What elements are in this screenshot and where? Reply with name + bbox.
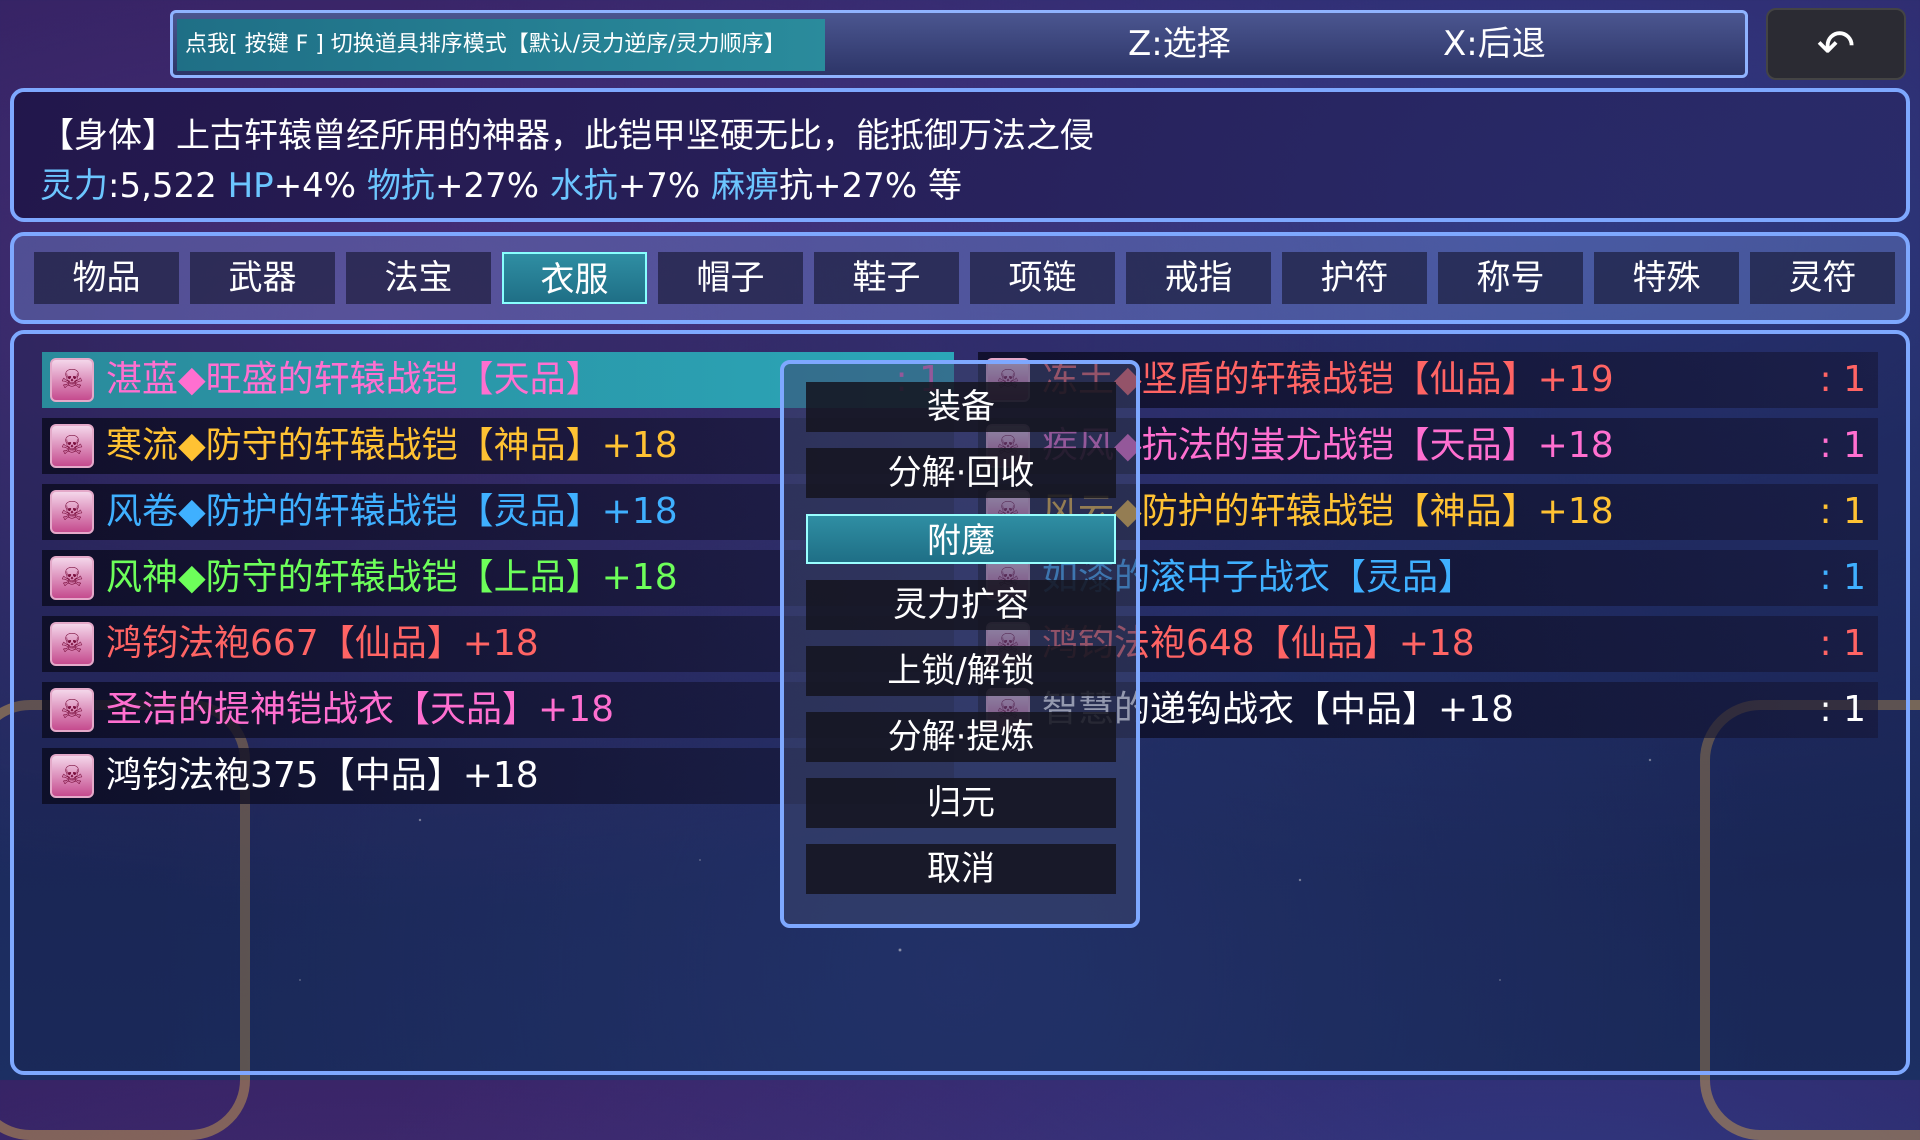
tab-special[interactable]: 特殊 bbox=[1594, 252, 1739, 304]
skull-armor-icon: ☠ bbox=[50, 754, 94, 798]
item-qty: : 1 bbox=[1819, 491, 1866, 532]
item-qty: : 1 bbox=[1819, 557, 1866, 598]
tab-rings[interactable]: 戒指 bbox=[1126, 252, 1271, 304]
item-description: 【身体】上古轩辕曾经所用的神器，此铠甲坚硬无比，能抵御万法之侵 bbox=[40, 116, 1094, 156]
tab-talismans[interactable]: 灵符 bbox=[1750, 252, 1895, 304]
menu-item-revert[interactable]: 归元 bbox=[806, 778, 1116, 828]
menu-item-equip[interactable]: 装备 bbox=[806, 382, 1116, 432]
item-name: 鸿钧法袍375【中品】+18 bbox=[106, 755, 539, 796]
tab-clothes[interactable]: 衣服 bbox=[502, 252, 647, 304]
stat-key: HP bbox=[227, 166, 274, 206]
tab-titles[interactable]: 称号 bbox=[1438, 252, 1583, 304]
item-name: 寒流◆防守的轩辕战铠【神品】+18 bbox=[106, 425, 678, 466]
top-bar: 点我[ 按键 F ] 切换道具排序模式【默认/灵力逆序/灵力顺序】 Z:选择 X… bbox=[170, 10, 1748, 78]
select-key-hint: Z:选择 bbox=[1128, 24, 1231, 64]
category-tabs: 物品 武器 法宝 衣服 帽子 鞋子 项链 戒指 护符 称号 特殊 灵符 bbox=[10, 232, 1910, 324]
skull-armor-icon: ☠ bbox=[50, 424, 94, 468]
back-button[interactable]: ↶ bbox=[1766, 8, 1906, 80]
item-qty: : 1 bbox=[1819, 689, 1866, 730]
stat-value: 等 bbox=[927, 166, 962, 206]
undo-arrow-icon: ↶ bbox=[1816, 19, 1856, 73]
skull-armor-icon: ☠ bbox=[50, 688, 94, 732]
stat-value: +7% bbox=[617, 166, 701, 206]
skull-armor-icon: ☠ bbox=[50, 490, 94, 534]
menu-item-refine[interactable]: 分解·提炼 bbox=[806, 712, 1116, 762]
skull-armor-icon: ☠ bbox=[50, 358, 94, 402]
tab-treasures[interactable]: 法宝 bbox=[346, 252, 491, 304]
skull-armor-icon: ☠ bbox=[50, 556, 94, 600]
menu-item-cancel[interactable]: 取消 bbox=[806, 844, 1116, 894]
item-qty: : 1 bbox=[1819, 359, 1866, 400]
stat-key: 灵力 bbox=[40, 166, 108, 206]
tab-items[interactable]: 物品 bbox=[34, 252, 179, 304]
menu-item-expand[interactable]: 灵力扩容 bbox=[806, 580, 1116, 630]
item-name: 湛蓝◆旺盛的轩辕战铠【天品】 bbox=[106, 359, 602, 400]
item-qty: : 1 bbox=[1819, 425, 1866, 466]
item-name: 风卷◆防护的轩辕战铠【灵品】+18 bbox=[106, 491, 678, 532]
tab-hats[interactable]: 帽子 bbox=[658, 252, 803, 304]
stat-key: 物抗 bbox=[366, 166, 435, 206]
item-stats: 灵力:5,522 HP+4% 物抗+27% 水抗+7% 麻痹抗+27% 等 bbox=[40, 158, 962, 207]
menu-item-enchant[interactable]: 附魔 bbox=[806, 514, 1116, 564]
stat-value: 抗+27% bbox=[779, 166, 918, 206]
item-name: 风神◆防守的轩辕战铠【上品】+18 bbox=[106, 557, 678, 598]
context-menu: 装备 分解·回收 附魔 灵力扩容 上锁/解锁 分解·提炼 归元 取消 bbox=[780, 360, 1140, 928]
menu-item-lock[interactable]: 上锁/解锁 bbox=[806, 646, 1116, 696]
back-key-hint: X:后退 bbox=[1443, 24, 1546, 64]
stat-value: :5,522 bbox=[108, 166, 217, 206]
tab-necklaces[interactable]: 项链 bbox=[970, 252, 1115, 304]
skull-armor-icon: ☠ bbox=[50, 622, 94, 666]
item-qty: : 1 bbox=[1819, 623, 1866, 664]
stat-value: +27% bbox=[434, 166, 539, 206]
item-name: 圣洁的提神铠战衣【天品】+18 bbox=[106, 689, 614, 730]
item-description-panel: 【身体】上古轩辕曾经所用的神器，此铠甲坚硬无比，能抵御万法之侵 灵力:5,522… bbox=[10, 88, 1910, 222]
tab-amulets[interactable]: 护符 bbox=[1282, 252, 1427, 304]
tab-weapons[interactable]: 武器 bbox=[190, 252, 335, 304]
stat-value: +4% bbox=[273, 166, 357, 206]
stat-key: 水抗 bbox=[549, 166, 618, 206]
menu-item-disassemble[interactable]: 分解·回收 bbox=[806, 448, 1116, 498]
tab-shoes[interactable]: 鞋子 bbox=[814, 252, 959, 304]
item-name: 鸿钧法袍667【仙品】+18 bbox=[106, 623, 539, 664]
sort-mode-toggle[interactable]: 点我[ 按键 F ] 切换道具排序模式【默认/灵力逆序/灵力顺序】 bbox=[177, 19, 825, 71]
stat-key: 麻痹 bbox=[711, 166, 780, 206]
